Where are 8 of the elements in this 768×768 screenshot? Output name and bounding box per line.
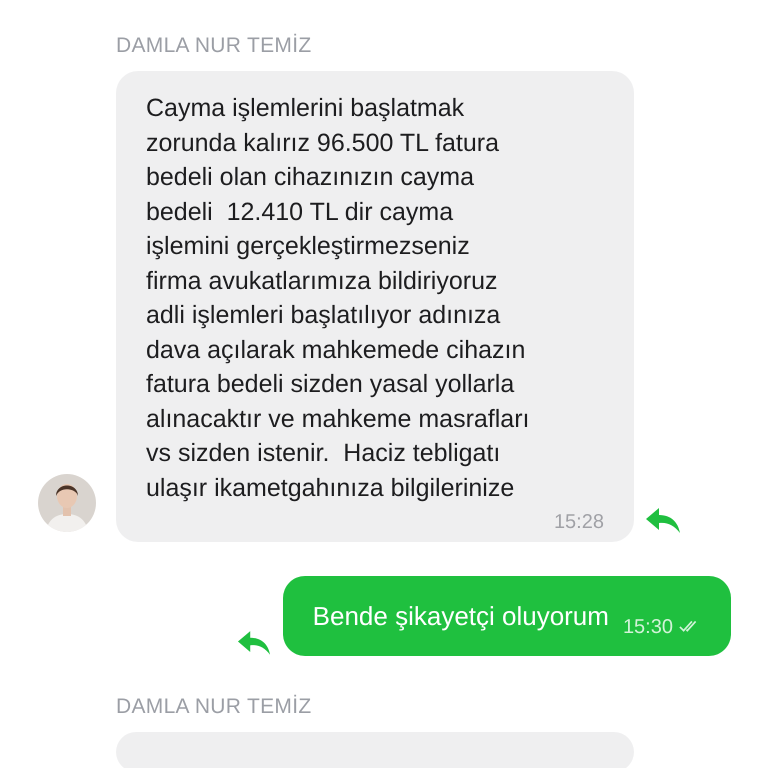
- reply-icon[interactable]: [645, 506, 681, 534]
- message-time: 15:30: [622, 616, 673, 638]
- reply-icon[interactable]: [236, 629, 271, 656]
- sender-name: DAMLA NUR TEMİZ: [116, 694, 312, 720]
- message-text: Cayma işlemlerini başlatmak zorunda kalırız 96.500 TL fatura bedeli olan cihazınızın cayma bedeli 12.410 TL dir cayma işlemini gerçekleştirmezseniz firma avukatlarımıza bildiriyoruz adli işlemleri başlatılıyor adınıza dava açılarak mahkemede cihazın fatura bedeli sizden yasal yollarla alınacaktır ve mahkeme masrafları vs sizden istenir. Haciz tebligatı ulaşır ikametgahınıza bilgilerinize: [146, 93, 530, 504]
- message-time: 15:28: [554, 511, 604, 534]
- message-text: Bende şikayetçi oluyorum: [312, 600, 609, 632]
- sender-name: DAMLA NUR TEMİZ: [116, 33, 312, 59]
